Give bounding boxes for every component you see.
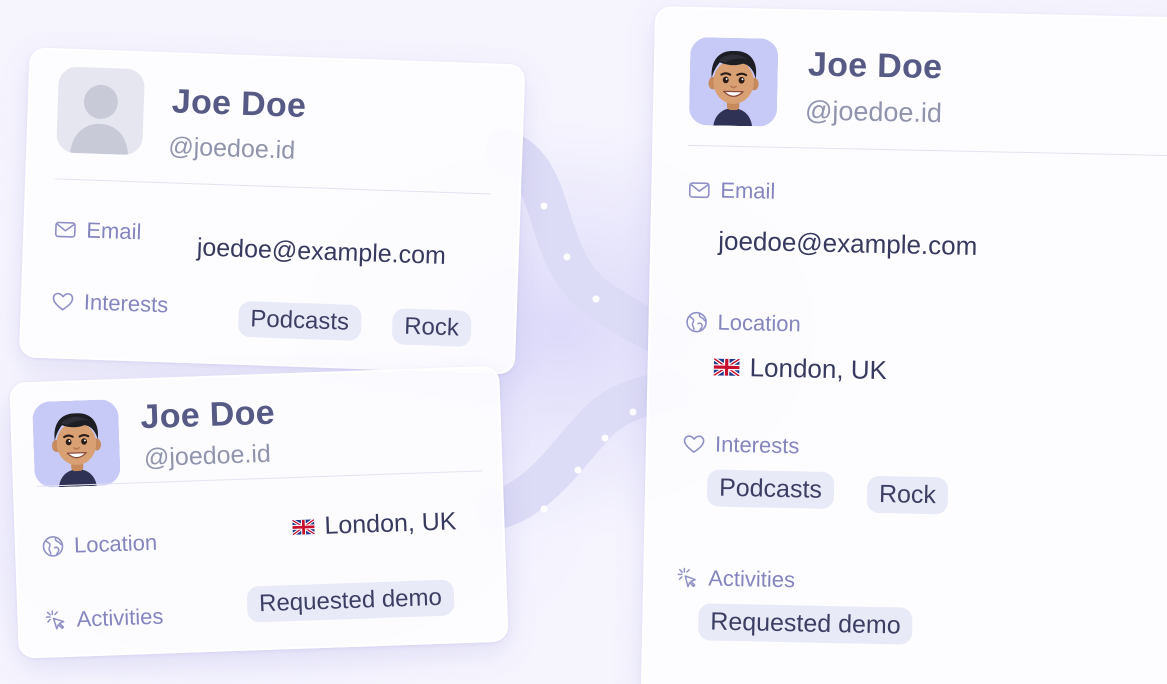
avatar-placeholder <box>56 66 146 156</box>
email-value[interactable]: joedoe@example.com <box>718 226 978 262</box>
location-label: Location <box>41 530 158 560</box>
uk-flag-icon <box>292 519 315 535</box>
mail-icon <box>687 178 711 202</box>
profile-name: Joe Doe <box>171 82 307 126</box>
email-value-text: joedoe@example.com <box>196 233 447 271</box>
location-label-text: Location <box>717 309 802 337</box>
activities-label: Activities <box>675 565 795 594</box>
activities-label-text: Activities <box>707 565 796 593</box>
location-label-text: Location <box>73 529 158 558</box>
interest-tag-podcasts[interactable]: Podcasts <box>706 469 835 510</box>
interest-tag-podcasts[interactable]: Podcasts <box>237 300 362 342</box>
avatar-memoji-icon <box>689 37 779 127</box>
avatar-memoji <box>689 37 779 127</box>
interests-label: Interests <box>682 431 800 459</box>
email-label-text: Email <box>85 217 142 245</box>
card-divider <box>688 144 1167 157</box>
email-label: Email <box>53 216 142 245</box>
email-label-text: Email <box>720 177 776 204</box>
uk-flag-icon <box>713 359 739 377</box>
activities-label: Activities <box>43 604 164 634</box>
profile-card-location-activities[interactable]: Joe Doe @joedoe.id Location London, UK A… <box>9 365 509 659</box>
mail-icon <box>53 217 78 242</box>
email-value[interactable]: joedoe@example.com <box>196 233 446 271</box>
globe-icon <box>41 534 66 559</box>
location-value: London, UK <box>292 507 457 542</box>
globe-icon <box>684 310 708 334</box>
activity-tag-requested-demo[interactable]: Requested demo <box>246 579 455 623</box>
activity-tag-requested-demo[interactable]: Requested demo <box>697 603 914 645</box>
profile-name: Joe Doe <box>139 393 276 437</box>
avatar-memoji-icon <box>32 399 121 488</box>
profile-card-email-interests[interactable]: Joe Doe @joedoe.id Email joedoe@example.… <box>18 47 526 375</box>
email-value-text: joedoe@example.com <box>717 225 978 262</box>
cursor-click-icon <box>675 566 699 590</box>
interests-label-text: Interests <box>83 289 169 318</box>
interest-tag-rock[interactable]: Rock <box>391 308 472 347</box>
cursor-click-icon <box>43 608 68 633</box>
card-divider <box>55 178 491 195</box>
profile-handle: @joedoe.id <box>804 95 943 129</box>
avatar-placeholder-icon <box>70 84 129 155</box>
avatar-memoji <box>32 399 121 488</box>
profile-name: Joe Doe <box>807 45 943 87</box>
interest-tag-rock[interactable]: Rock <box>866 475 949 515</box>
profile-handle: @joedoe.id <box>167 132 296 165</box>
location-value-text: London, UK <box>323 507 457 540</box>
location-value-text: London, UK <box>749 352 888 386</box>
heart-icon <box>682 432 706 456</box>
activities-label-text: Activities <box>76 603 164 632</box>
email-label: Email <box>687 177 776 205</box>
heart-icon <box>50 289 75 314</box>
profile-handle: @joedoe.id <box>143 439 272 473</box>
interests-label: Interests <box>50 288 169 318</box>
profile-card-full[interactable]: Joe Doe @joedoe.id Email joedoe@example.… <box>640 6 1167 684</box>
location-value: London, UK <box>713 352 887 387</box>
location-label: Location <box>684 309 801 337</box>
interests-label-text: Interests <box>714 431 800 459</box>
